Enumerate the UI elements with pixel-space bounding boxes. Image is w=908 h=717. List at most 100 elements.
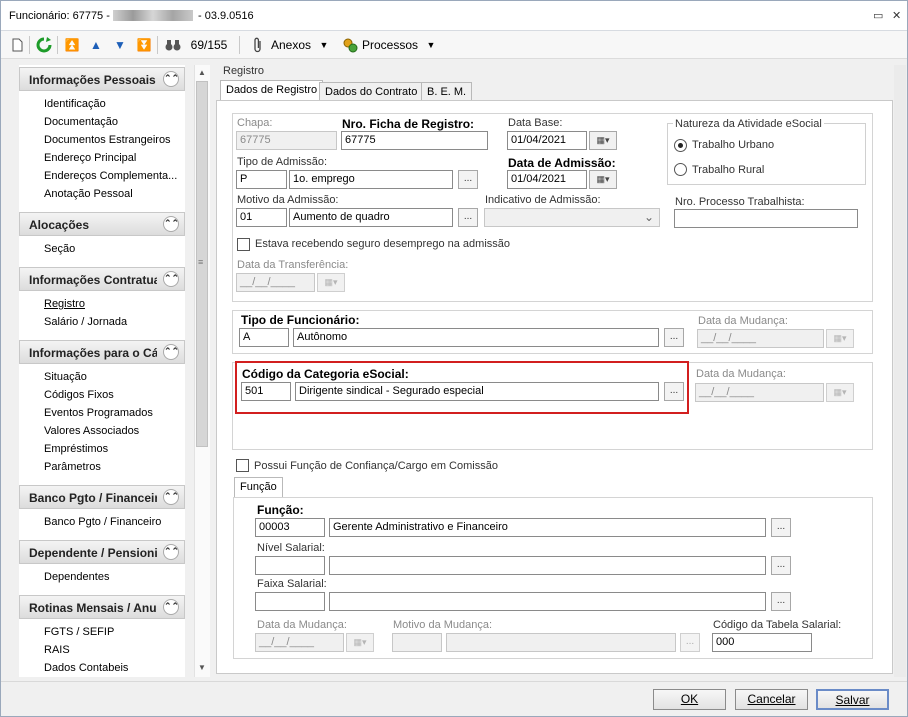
last-record-icon[interactable]: ⏬ xyxy=(136,36,152,54)
tipo-admissao-desc-field[interactable]: 1o. emprego xyxy=(289,170,453,189)
indicativo-label: Indicativo de Admissão: xyxy=(485,194,601,206)
binoculars-icon[interactable] xyxy=(164,36,182,54)
sidebar-item-parametros[interactable]: Parâmetros xyxy=(44,461,101,473)
categoria-desc-field[interactable]: Dirigente sindical - Segurado especial xyxy=(295,382,659,401)
group-dependente[interactable]: Dependente / Pensionis ⌃⌃ xyxy=(19,540,185,564)
motivo-mudanca-desc-field xyxy=(446,633,676,652)
nivel-salarial-desc-field[interactable] xyxy=(329,556,766,575)
data-base-field[interactable]: 01/04/2021 xyxy=(507,131,587,150)
motivo-admissao-desc-field[interactable]: Aumento de quadro xyxy=(289,208,453,227)
sidebar-item-situacao[interactable]: Situação xyxy=(44,371,87,383)
title-bar: Funcionário: 67775 - - 03.9.0516 ▭ ✕ xyxy=(1,1,907,31)
data-admissao-field[interactable]: 01/04/2021 xyxy=(507,170,587,189)
attachments-button[interactable]: Anexos xyxy=(271,36,315,54)
categoria-code-field[interactable]: 501 xyxy=(241,382,291,401)
processes-gear-icon[interactable] xyxy=(341,36,359,54)
faixa-salarial-lookup-button[interactable]: ... xyxy=(771,592,791,611)
funcao-code-field[interactable]: 00003 xyxy=(255,518,325,537)
sidebar-item-rais[interactable]: RAIS xyxy=(44,644,70,656)
collapse-icon[interactable]: ⌃⌃ xyxy=(163,544,179,560)
calendar-icon[interactable]: ▦▾ xyxy=(589,131,617,150)
group-informacoes-calculo[interactable]: Informações para o Cál ⌃⌃ xyxy=(19,340,185,364)
radio-trabalho-rural[interactable] xyxy=(674,163,687,176)
nivel-salarial-lookup-button[interactable]: ... xyxy=(771,556,791,575)
attachments-dropdown-icon[interactable]: ▼ xyxy=(319,36,329,54)
refresh-icon[interactable] xyxy=(35,36,53,54)
tipo-admissao-lookup-button[interactable]: ... xyxy=(458,170,478,189)
first-record-icon[interactable]: ⏫ xyxy=(64,36,80,54)
collapse-icon[interactable]: ⌃⌃ xyxy=(163,271,179,287)
group-alocacoes[interactable]: Alocações ⌃⌃ xyxy=(19,212,185,236)
categoria-lookup-button[interactable]: ... xyxy=(664,382,684,401)
collapse-icon[interactable]: ⌃⌃ xyxy=(163,344,179,360)
faixa-salarial-code-field[interactable] xyxy=(255,592,325,611)
funcao-confianca-checkbox[interactable] xyxy=(236,459,249,472)
radio-trabalho-urbano[interactable] xyxy=(674,139,687,152)
save-button[interactable]: Salvar xyxy=(816,689,889,710)
funcao-desc-field[interactable]: Gerente Administrativo e Financeiro xyxy=(329,518,766,537)
tabela-salarial-field[interactable]: 000 xyxy=(712,633,812,652)
tipo-funcionario-code-field[interactable]: A xyxy=(239,328,289,347)
group-rotinas-mensais[interactable]: Rotinas Mensais / Anua ⌃⌃ xyxy=(19,595,185,619)
sidebar-item-salario-jornada[interactable]: Salário / Jornada xyxy=(44,316,127,328)
sidebar-item-documentos-estrangeiros[interactable]: Documentos Estrangeiros xyxy=(44,134,171,146)
sidebar-item-emprestimos[interactable]: Empréstimos xyxy=(44,443,108,455)
tab-funcao[interactable]: Função xyxy=(234,477,283,498)
sidebar-item-endereco-principal[interactable]: Endereço Principal xyxy=(44,152,136,164)
collapse-icon[interactable]: ⌃⌃ xyxy=(163,599,179,615)
calendar-icon[interactable]: ▦▾ xyxy=(589,170,617,189)
splitter-grip-icon[interactable]: ≡ xyxy=(198,257,203,267)
motivo-admissao-lookup-button[interactable]: ... xyxy=(458,208,478,227)
tipo-funcionario-lookup-button[interactable]: ... xyxy=(664,328,684,347)
paperclip-icon[interactable] xyxy=(250,36,266,54)
collapse-icon[interactable]: ⌃⌃ xyxy=(163,216,179,232)
restore-icon[interactable]: ▭ xyxy=(873,9,883,22)
sidebar-item-enderecos-complementares[interactable]: Endereços Complementa... xyxy=(44,170,177,182)
new-document-icon[interactable] xyxy=(9,36,25,54)
collapse-icon[interactable]: ⌃⌃ xyxy=(163,71,179,87)
group-banco-pgto[interactable]: Banco Pgto / Financeiro ⌃⌃ xyxy=(19,485,185,509)
processes-dropdown-icon[interactable]: ▼ xyxy=(426,36,436,54)
tab-dados-contrato[interactable]: Dados do Contrato xyxy=(319,82,424,101)
motivo-admissao-code-field[interactable]: 01 xyxy=(236,208,287,227)
sidebar-item-eventos-programados[interactable]: Eventos Programados xyxy=(44,407,153,419)
collapse-icon[interactable]: ⌃⌃ xyxy=(163,489,179,505)
sidebar-item-codigos-fixos[interactable]: Códigos Fixos xyxy=(44,389,114,401)
sidebar-item-identificacao[interactable]: Identificação xyxy=(44,98,106,110)
sidebar-item-secao[interactable]: Seção xyxy=(44,243,75,255)
main-scrollbar[interactable] xyxy=(894,65,906,677)
next-record-icon[interactable]: ▼ xyxy=(112,36,128,54)
close-icon[interactable]: ✕ xyxy=(892,9,901,22)
sidebar-item-fgts-sefip[interactable]: FGTS / SEFIP xyxy=(44,626,114,638)
tab-dados-registro[interactable]: Dados de Registro xyxy=(220,80,324,101)
cancel-button[interactable]: Cancelar xyxy=(735,689,808,710)
processes-button[interactable]: Processos xyxy=(362,36,422,54)
tipo-admissao-code-field[interactable]: P xyxy=(236,170,287,189)
sidebar-item-registro[interactable]: Registro xyxy=(44,298,85,310)
tab-bem[interactable]: B. E. M. xyxy=(421,82,473,101)
ficha-field[interactable]: 67775 xyxy=(341,131,488,150)
processo-field[interactable] xyxy=(674,209,858,228)
data-mudanca-label: Data da Mudança: xyxy=(698,315,788,327)
ok-button[interactable]: OK xyxy=(653,689,726,710)
sidebar-item-valores-associados[interactable]: Valores Associados xyxy=(44,425,139,437)
nivel-salarial-label: Nível Salarial: xyxy=(257,542,325,554)
scroll-down-icon[interactable]: ▼ xyxy=(198,663,206,672)
group-informacoes-contratuais[interactable]: Informações Contratua ⌃⌃ xyxy=(19,267,185,291)
sidebar-item-banco-pgto[interactable]: Banco Pgto / Financeiro xyxy=(44,516,161,528)
indicativo-select[interactable]: ⌄ xyxy=(484,208,660,227)
group-informacoes-pessoais[interactable]: Informações Pessoais ⌃⌃ xyxy=(19,67,185,91)
sidebar-item-anotacao-pessoal[interactable]: Anotação Pessoal xyxy=(44,188,133,200)
sidebar-item-dados-contabeis[interactable]: Dados Contabeis xyxy=(44,662,128,674)
previous-record-icon[interactable]: ▲ xyxy=(88,36,104,54)
seguro-checkbox[interactable] xyxy=(237,238,250,251)
tipo-funcionario-desc-field[interactable]: Autônomo xyxy=(293,328,659,347)
calendar-icon: ▦▾ xyxy=(346,633,374,652)
save-label: Salvar xyxy=(835,693,870,707)
sidebar-item-documentacao[interactable]: Documentação xyxy=(44,116,118,128)
nivel-salarial-code-field[interactable] xyxy=(255,556,325,575)
faixa-salarial-desc-field[interactable] xyxy=(329,592,766,611)
sidebar-item-dependentes[interactable]: Dependentes xyxy=(44,571,109,583)
scroll-up-icon[interactable]: ▲ xyxy=(198,68,206,77)
funcao-lookup-button[interactable]: ... xyxy=(771,518,791,537)
